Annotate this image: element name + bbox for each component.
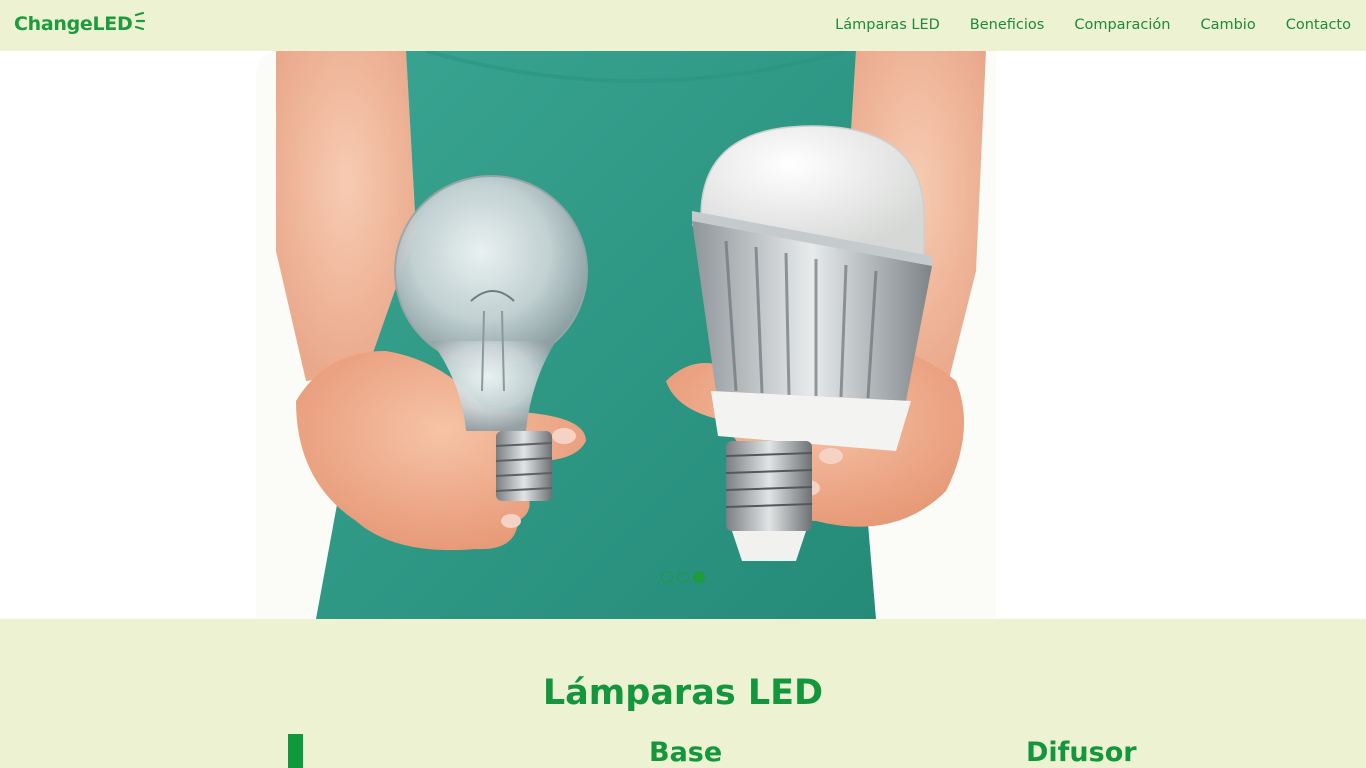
logo[interactable]: ChangeLED (14, 11, 146, 35)
nav-lamparas-led[interactable]: Lámparas LED (835, 15, 940, 35)
base-heading: Base (649, 737, 723, 768)
nav-contacto[interactable]: Contacto (1286, 15, 1351, 35)
nav-beneficios[interactable]: Beneficios (970, 15, 1045, 35)
section-title: Lámparas LED (542, 673, 824, 713)
accent-bar (288, 734, 303, 768)
light-rays-icon (135, 11, 146, 35)
carousel-dot-1[interactable] (661, 571, 673, 583)
hero-carousel (0, 51, 1366, 619)
hero-image (256, 51, 996, 619)
top-navbar: ChangeLED Lámparas LED Beneficios Compar… (0, 0, 1366, 51)
logo-text: ChangeLED (14, 12, 133, 35)
carousel-indicators (661, 571, 705, 583)
nav-comparacion[interactable]: Comparación (1074, 15, 1170, 35)
lamparas-led-section: Lámparas LED Base Difusor (0, 619, 1366, 768)
nav-cambio[interactable]: Cambio (1200, 15, 1255, 35)
difusor-heading: Difusor (1026, 737, 1137, 768)
carousel-dot-2[interactable] (677, 571, 689, 583)
carousel-dot-3[interactable] (693, 571, 705, 583)
main-nav: Lámparas LED Beneficios Comparación Camb… (835, 15, 1351, 35)
